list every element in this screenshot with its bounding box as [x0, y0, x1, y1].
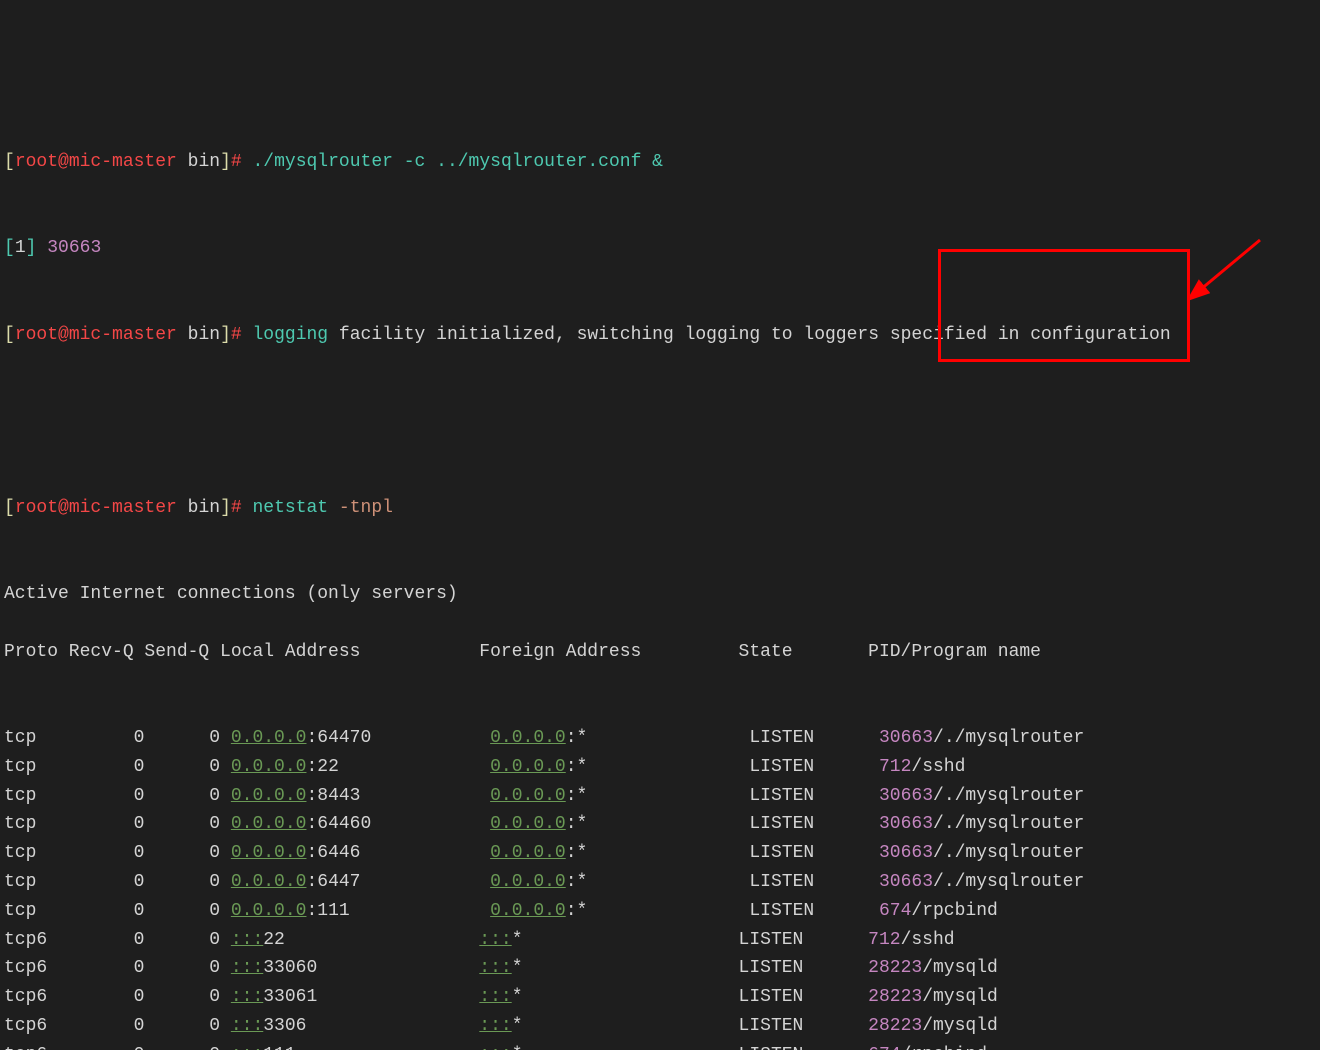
log-rest: facility initialized, switching logging …: [328, 325, 1171, 345]
cmd-text: ./mysqlrouter: [253, 152, 393, 172]
netstat-cmd: netstat: [253, 498, 329, 518]
table-row: tcp 0 0 0.0.0.0:6446 0.0.0.0:* LISTEN 30…: [0, 839, 1320, 868]
job-pid: 30663: [36, 238, 101, 258]
cmd-args: -c ../mysqlrouter.conf &: [393, 152, 663, 172]
netstat-header2: Proto Recv-Q Send-Q Local Address Foreig…: [0, 638, 1320, 667]
log-word: logging: [253, 325, 329, 345]
table-row: tcp6 0 0 :::111 :::* LISTEN 674/rpcbind: [0, 1041, 1320, 1050]
prompt-user: root@mic-master: [15, 152, 177, 172]
table-row: tcp6 0 0 :::33060 :::* LISTEN 28223/mysq…: [0, 954, 1320, 983]
netstat-header1: Active Internet connections (only server…: [0, 580, 1320, 609]
table-row: tcp 0 0 0.0.0.0:6447 0.0.0.0:* LISTEN 30…: [0, 868, 1320, 897]
table-row: tcp 0 0 0.0.0.0:8443 0.0.0.0:* LISTEN 30…: [0, 782, 1320, 811]
job-bracket-close: ]: [26, 238, 37, 258]
terminal-line-cmd2: [root@mic-master bin]# netstat -tnpl: [0, 494, 1320, 523]
terminal-line-log: [root@mic-master bin]# logging facility …: [0, 321, 1320, 350]
table-row: tcp 0 0 0.0.0.0:111 0.0.0.0:* LISTEN 674…: [0, 897, 1320, 926]
terminal-line-cmd1: [root@mic-master bin]# ./mysqlrouter -c …: [0, 148, 1320, 177]
table-row: tcp 0 0 0.0.0.0:64460 0.0.0.0:* LISTEN 3…: [0, 810, 1320, 839]
table-row: tcp 0 0 0.0.0.0:22 0.0.0.0:* LISTEN 712/…: [0, 753, 1320, 782]
prompt-dir: bin: [188, 152, 220, 172]
netstat-args: -tnpl: [328, 498, 393, 518]
prompt-bracket-close: ]: [220, 152, 231, 172]
table-row: tcp6 0 0 :::33061 :::* LISTEN 28223/mysq…: [0, 983, 1320, 1012]
job-bracket: [: [4, 238, 15, 258]
table-row: tcp6 0 0 :::3306 :::* LISTEN 28223/mysql…: [0, 1012, 1320, 1041]
table-row: tcp 0 0 0.0.0.0:64470 0.0.0.0:* LISTEN 3…: [0, 724, 1320, 753]
terminal-blank: [0, 407, 1320, 436]
prompt-bracket: [: [4, 152, 15, 172]
table-row: tcp6 0 0 :::22 :::* LISTEN 712/sshd: [0, 926, 1320, 955]
netstat-rows: tcp 0 0 0.0.0.0:64470 0.0.0.0:* LISTEN 3…: [0, 724, 1320, 1050]
prompt-hash: #: [231, 152, 242, 172]
terminal-line-job: [1] 30663: [0, 234, 1320, 263]
job-num: 1: [15, 238, 26, 258]
